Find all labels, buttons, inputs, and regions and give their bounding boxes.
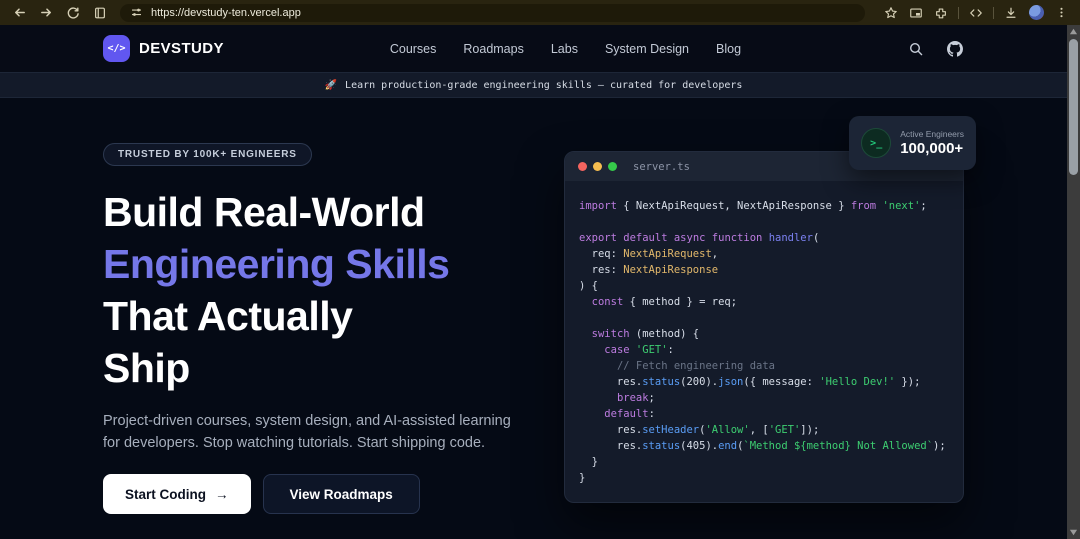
code-line: const { method } = req; <box>591 296 738 308</box>
nav-link-courses[interactable]: Courses <box>390 42 437 56</box>
code-line: default: <box>604 408 655 420</box>
scroll-down-arrow[interactable] <box>1067 526 1080 539</box>
menu-kebab-icon[interactable] <box>1050 3 1072 23</box>
stat-value: 100,000+ <box>900 140 964 157</box>
code-line: import { NextApiRequest, NextApiResponse… <box>579 200 927 212</box>
profile-avatar[interactable] <box>1025 3 1047 23</box>
brand-name[interactable]: DEVSTUDY <box>139 40 224 57</box>
reload-icon[interactable] <box>62 3 84 23</box>
code-line: } <box>579 472 586 484</box>
arrow-right-icon: → <box>215 486 229 502</box>
code-line: export default async function handler( <box>579 232 820 244</box>
download-icon[interactable] <box>1000 3 1022 23</box>
nav-links: Courses Roadmaps Labs System Design Blog <box>224 42 907 56</box>
editor-filename: server.ts <box>633 160 690 173</box>
back-icon[interactable] <box>8 3 30 23</box>
heading-line: That Actually <box>103 293 353 339</box>
start-coding-button[interactable]: Start Coding → <box>103 474 251 514</box>
browser-toolbar: https://devstudy-ten.vercel.app <box>0 0 1080 25</box>
search-icon[interactable] <box>907 39 925 59</box>
code-line: // Fetch engineering data <box>616 360 775 372</box>
code-line: } <box>579 456 598 468</box>
code-line: break; <box>616 392 655 404</box>
announcement-banner: 🚀 Learn production-grade engineering ski… <box>0 72 1067 98</box>
code-line: res.setHeader('Allow', ['GET']); <box>579 424 820 436</box>
extensions-icon[interactable] <box>930 3 952 23</box>
toolbar-divider <box>958 6 959 19</box>
code-content: import { NextApiRequest, NextApiResponse… <box>565 181 963 502</box>
code-line: res.status(405).end(`Method ${method} No… <box>579 440 946 452</box>
devtools-code-icon[interactable] <box>965 3 987 23</box>
code-line: ) { <box>579 280 598 292</box>
toolbar-actions <box>880 3 1072 23</box>
devstudy-logo-icon[interactable]: </> <box>103 35 130 62</box>
terminal-prompt-icon: >_ <box>861 128 892 158</box>
nav-link-system-design[interactable]: System Design <box>605 42 689 56</box>
nav-link-roadmaps[interactable]: Roadmaps <box>463 42 523 56</box>
page-content: </> DEVSTUDY Courses Roadmaps Labs System D… <box>0 25 1067 539</box>
heading-line: Ship <box>103 345 190 391</box>
window-maximize-dot[interactable] <box>608 162 617 171</box>
hero-heading: Build Real-World Engineering Skills That A… <box>103 186 564 394</box>
hero-visual: >_ Active Engineers 100,000+ server.ts i… <box>564 116 976 514</box>
nav-container: </> DEVSTUDY Courses Roadmaps Labs System D… <box>91 35 976 62</box>
code-line: res: NextApiResponse <box>579 264 719 276</box>
banner-text: Learn production-grade engineering skill… <box>345 79 743 91</box>
picture-in-picture-icon[interactable] <box>905 3 927 23</box>
nav-link-blog[interactable]: Blog <box>716 42 741 56</box>
view-roadmaps-button[interactable]: View Roadmaps <box>262 474 420 514</box>
site-header: </> DEVSTUDY Courses Roadmaps Labs System D… <box>0 25 1067 72</box>
nav-link-labs[interactable]: Labs <box>551 42 578 56</box>
code-line: case 'GET': <box>604 344 674 356</box>
window-close-dot[interactable] <box>578 162 587 171</box>
code-editor-window: server.ts import { NextApiRequest, NextA… <box>564 151 964 503</box>
stat-label: Active Engineers <box>900 129 964 139</box>
toolbar-divider <box>993 6 994 19</box>
code-line: switch (method) { <box>591 328 700 340</box>
reading-list-icon[interactable] <box>89 3 111 23</box>
hero-section: TRUSTED BY 100K+ ENGINEERS Build Real-Wo… <box>91 116 976 514</box>
forward-icon[interactable] <box>35 3 57 23</box>
stat-texts: Active Engineers 100,000+ <box>900 129 964 157</box>
scrollbar-thumb[interactable] <box>1069 39 1078 175</box>
hero-description: Project-driven courses, system design, a… <box>103 413 511 451</box>
tune-icon[interactable] <box>129 3 143 23</box>
github-icon[interactable] <box>946 39 964 59</box>
active-engineers-card: >_ Active Engineers 100,000+ <box>849 116 976 170</box>
window-minimize-dot[interactable] <box>593 162 602 171</box>
heading-line: Build Real-World <box>103 189 425 235</box>
code-line: res.status(200).json({ message: 'Hello D… <box>579 376 921 388</box>
hero-copy: TRUSTED BY 100K+ ENGINEERS Build Real-Wo… <box>103 143 564 514</box>
cta-row: Start Coding → View Roadmaps <box>103 474 564 514</box>
code-line: req: NextApiRequest, <box>579 248 719 260</box>
nav-actions <box>907 39 964 59</box>
scroll-up-arrow[interactable] <box>1067 25 1080 38</box>
page-scrollbar[interactable] <box>1067 25 1080 539</box>
heading-line: Engineering Skills <box>103 241 450 287</box>
url-text: https://devstudy-ten.vercel.app <box>151 6 301 19</box>
bookmark-star-icon[interactable] <box>880 3 902 23</box>
rocket-emoji-icon: 🚀 <box>324 79 338 91</box>
trust-badge: TRUSTED BY 100K+ ENGINEERS <box>103 143 312 166</box>
address-bar[interactable]: https://devstudy-ten.vercel.app <box>120 3 865 23</box>
